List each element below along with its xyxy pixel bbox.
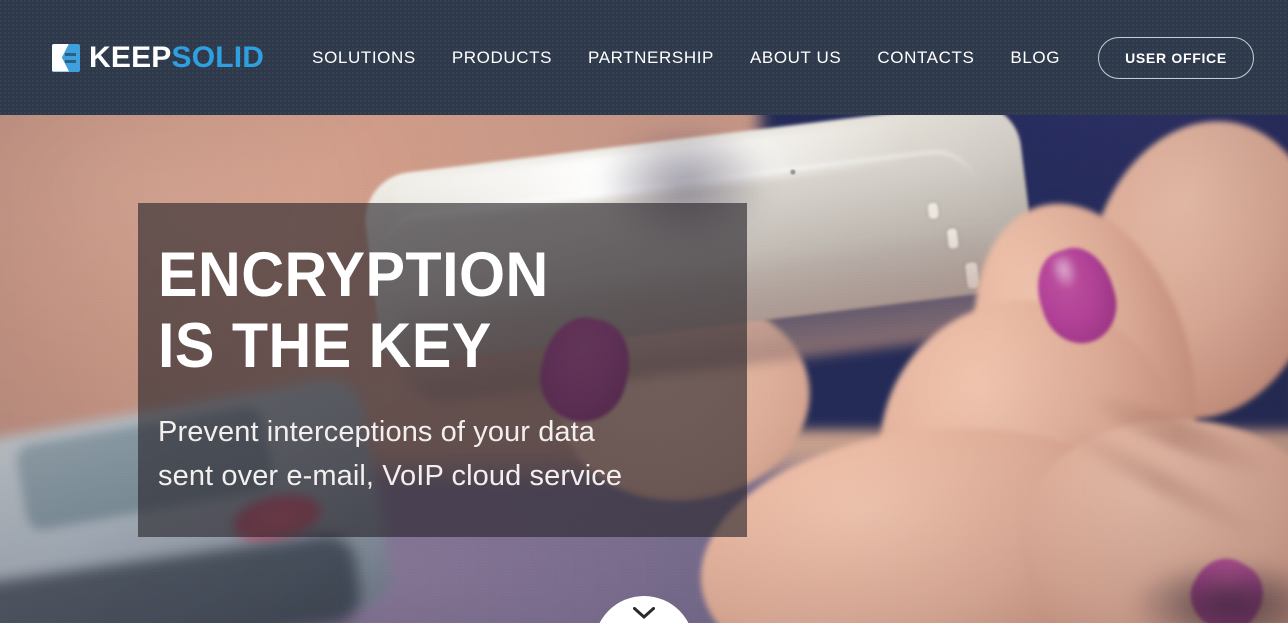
nav-item-solutions[interactable]: SOLUTIONS xyxy=(294,49,434,66)
nav-item-about-us[interactable]: ABOUT US xyxy=(732,49,859,66)
keepsolid-mark-icon xyxy=(52,43,80,72)
nav-item-blog[interactable]: BLOG xyxy=(992,49,1078,66)
logo-text-solid: SOLID xyxy=(171,40,265,74)
logo-text-keep: KEEP xyxy=(89,40,172,74)
logo-wordmark: KEEPSOLID xyxy=(89,40,265,74)
hero-content: ENCRYPTION IS THE KEY Prevent intercepti… xyxy=(158,240,758,498)
main-navigation: SOLUTIONS PRODUCTS PARTNERSHIP ABOUT US … xyxy=(294,36,1254,79)
nav-item-partnership[interactable]: PARTNERSHIP xyxy=(570,49,732,66)
site-logo[interactable]: KEEPSOLID xyxy=(52,38,264,78)
nav-item-products[interactable]: PRODUCTS xyxy=(434,49,570,66)
site-header: KEEPSOLID SOLUTIONS PRODUCTS PARTNERSHIP… xyxy=(0,0,1288,115)
hero-title-line-2: IS THE KEY xyxy=(158,310,492,381)
landing-page: KEEPSOLID SOLUTIONS PRODUCTS PARTNERSHIP… xyxy=(0,0,1288,623)
hero-subtitle: Prevent interceptions of your data sent … xyxy=(158,411,758,498)
hero-subtitle-line-2: sent over e-mail, VoIP cloud service xyxy=(158,459,623,492)
nav-item-contacts[interactable]: CONTACTS xyxy=(859,49,992,66)
user-office-button[interactable]: USER OFFICE xyxy=(1098,36,1254,79)
hero-title-line-1: ENCRYPTION xyxy=(158,240,549,310)
chevron-down-icon[interactable] xyxy=(633,607,655,619)
hero-subtitle-line-1: Prevent interceptions of your data xyxy=(158,416,596,449)
